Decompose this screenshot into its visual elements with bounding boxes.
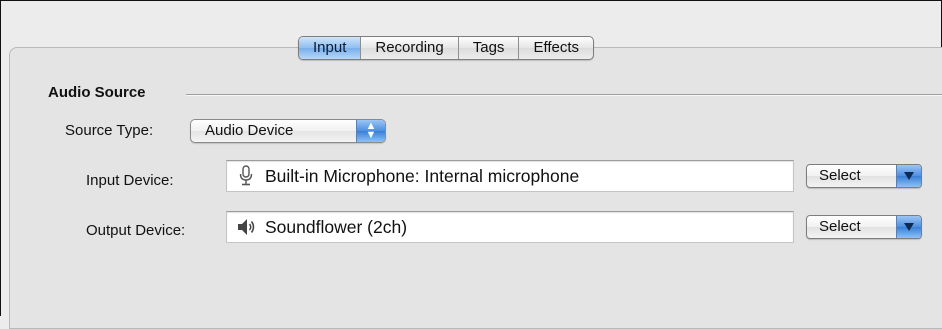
input-device-field[interactable]: Built-in Microphone: Internal microphone [226,160,794,192]
chevron-down-icon [896,165,921,187]
output-device-value: Soundflower (2ch) [265,217,408,237]
tab-tags[interactable]: Tags [457,37,519,59]
select-label: Select [819,167,861,184]
up-down-arrows-icon: ▲ ▼ [356,120,385,142]
section-divider [186,94,942,96]
output-device-select-button[interactable]: Select [806,215,922,239]
source-type-label: Source Type: [65,122,154,139]
tab-input[interactable]: Input [299,37,361,59]
select-label: Select [819,218,861,235]
input-device-value: Built-in Microphone: Internal microphone [265,166,580,186]
speaker-icon [237,216,255,238]
tab-bar: Input Recording Tags Effects [298,36,595,60]
microphone-icon [237,165,255,187]
output-device-field[interactable]: Soundflower (2ch) [226,211,794,243]
input-device-select-button[interactable]: Select [806,164,922,188]
tab-recording[interactable]: Recording [360,37,457,59]
output-device-label: Output Device: [86,222,186,239]
source-type-value: Audio Device [205,122,294,139]
input-device-label: Input Device: [86,172,174,189]
source-type-popup[interactable]: Audio Device ▲ ▼ [190,119,386,143]
tab-effects[interactable]: Effects [518,37,593,59]
chevron-down-icon [896,216,921,238]
section-title: Audio Source [48,84,146,101]
